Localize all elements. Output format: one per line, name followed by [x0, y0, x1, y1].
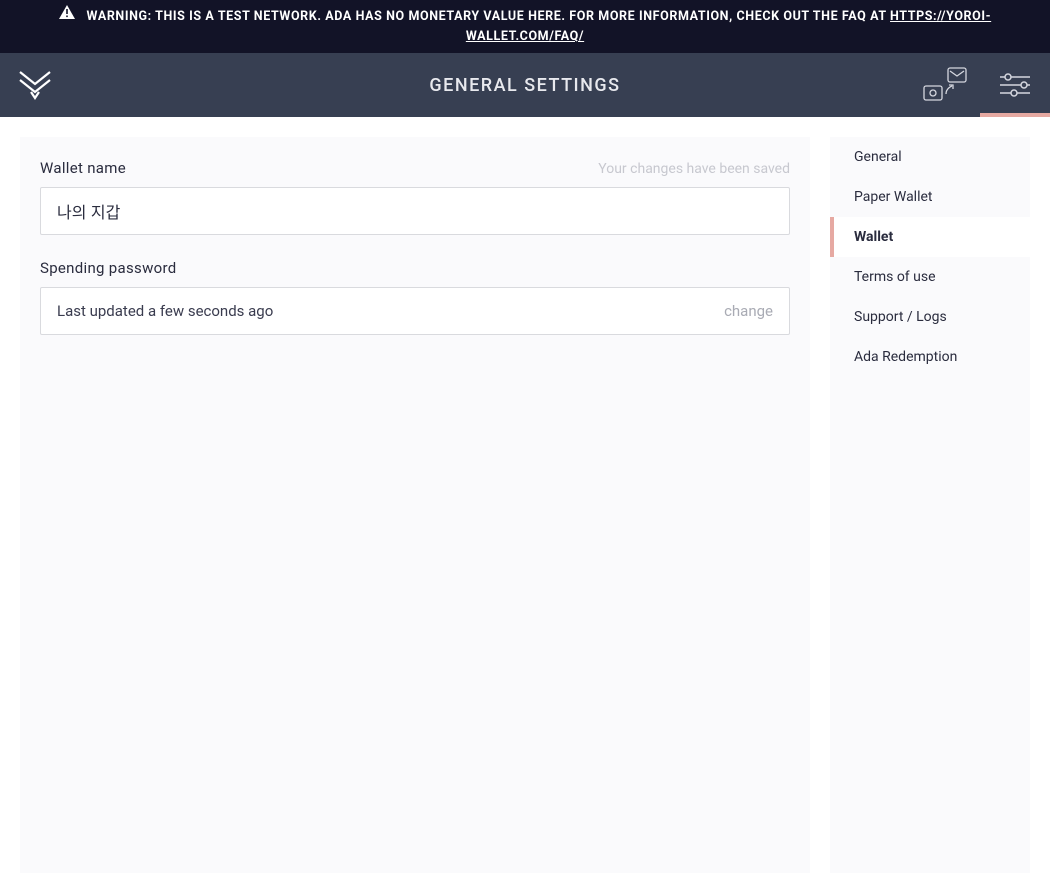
change-password-button[interactable]: change	[724, 302, 773, 320]
spending-password-status: Last updated a few seconds ago	[57, 302, 273, 320]
page-title: GENERAL SETTINGS	[0, 75, 1050, 96]
sidebar-item-wallet[interactable]: Wallet	[830, 217, 1030, 257]
navbar: GENERAL SETTINGS	[0, 53, 1050, 117]
sidebar-item-general[interactable]: General	[830, 137, 1030, 177]
wallet-name-input[interactable]	[40, 187, 790, 235]
warning-text: WARNING: THIS IS A TEST NETWORK. ADA HAS…	[87, 9, 891, 24]
wallet-nav-button[interactable]	[910, 53, 980, 117]
sidebar-item-terms-of-use[interactable]: Terms of use	[830, 257, 1030, 297]
settings-main-panel: Wallet name Your changes have been saved…	[20, 137, 810, 873]
spending-password-row: Last updated a few seconds ago change	[40, 287, 790, 335]
wallet-name-label: Wallet name	[40, 159, 126, 177]
settings-nav-button[interactable]	[980, 53, 1050, 117]
settings-side-nav: General Paper Wallet Wallet Terms of use…	[830, 137, 1030, 873]
sidebar-item-label: Paper Wallet	[854, 189, 933, 205]
sidebar-item-label: General	[854, 149, 902, 165]
spending-password-label: Spending password	[40, 259, 177, 277]
sidebar-item-label: Support / Logs	[854, 309, 947, 325]
sidebar-item-ada-redemption[interactable]: Ada Redemption	[830, 337, 1030, 377]
sidebar-item-label: Terms of use	[854, 269, 936, 285]
warning-banner: WARNING: THIS IS A TEST NETWORK. ADA HAS…	[0, 0, 1050, 53]
sidebar-item-support-logs[interactable]: Support / Logs	[830, 297, 1030, 337]
saved-message: Your changes have been saved	[598, 161, 790, 177]
sidebar-item-paper-wallet[interactable]: Paper Wallet	[830, 177, 1030, 217]
sidebar-item-label: Wallet	[854, 229, 893, 245]
warning-icon	[59, 5, 75, 26]
sidebar-item-label: Ada Redemption	[854, 349, 957, 365]
yoroi-logo[interactable]	[0, 53, 70, 117]
